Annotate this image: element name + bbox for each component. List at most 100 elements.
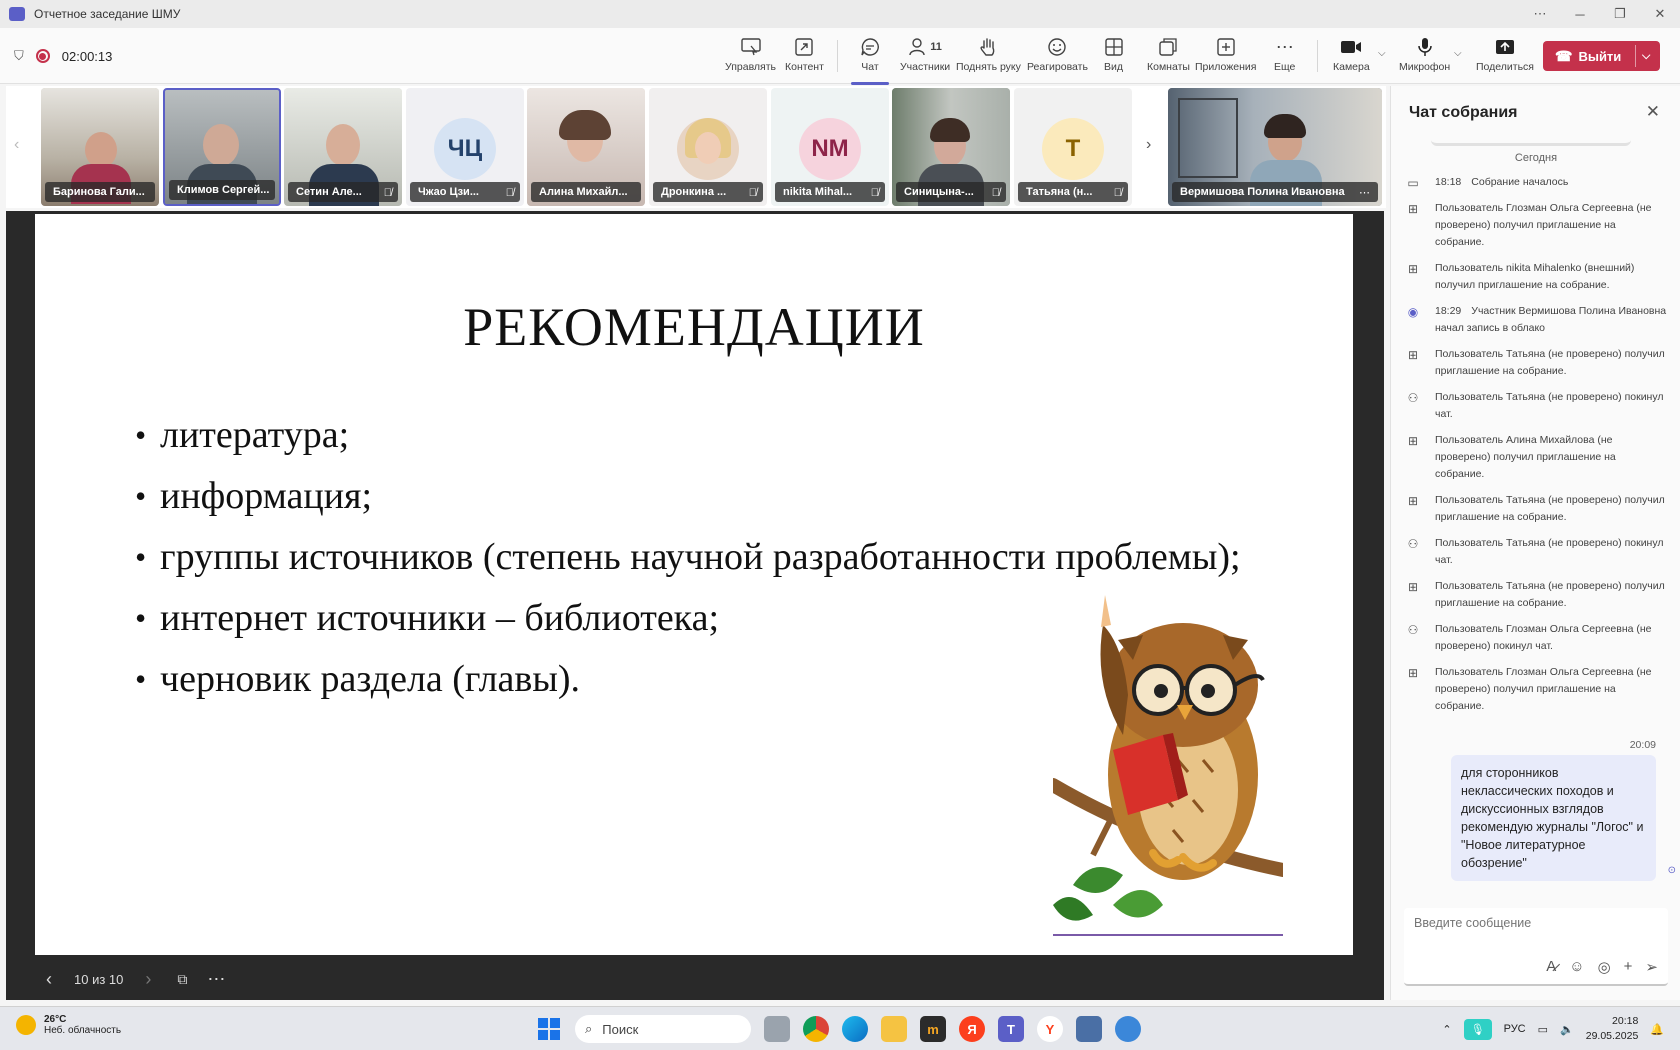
file-explorer-icon[interactable] <box>881 1016 907 1042</box>
participant-tile[interactable]: ЧЦ Чжао Цзи... 🎙̸ <box>406 88 524 206</box>
participant-name: Чжао Цзи... <box>410 182 520 202</box>
more-label: Еще <box>1274 61 1296 73</box>
next-slide-chevron-icon[interactable]: › <box>145 969 151 990</box>
participant-initials: NM <box>799 118 861 180</box>
mic-off-icon: 🎙̸ <box>1113 187 1122 199</box>
people-icon: 11 <box>908 36 942 58</box>
presentation-slide: РЕКОМЕНДАЦИИ литература; информация; гру… <box>35 214 1353 955</box>
maximize-button[interactable]: ❐ <box>1600 0 1640 28</box>
send-icon[interactable]: ➢ <box>1645 958 1658 976</box>
strip-prev-chevron-icon[interactable]: ‹ <box>14 136 19 154</box>
participant-tile-featured[interactable]: Вермишова Полина Ивановна ⋯ <box>1168 88 1382 206</box>
task-view-icon[interactable] <box>764 1016 790 1042</box>
owl-illustration <box>1053 595 1283 936</box>
manage-button[interactable]: Управлять <box>725 36 776 80</box>
person-left-icon: ⚇ <box>1407 622 1419 637</box>
chat-event: ⊞ Пользователь Алина Михайлова (не провер… <box>1405 432 1667 483</box>
slide-counter: 10 из 10 <box>74 971 124 987</box>
remote-desktop-icon[interactable] <box>1076 1016 1102 1042</box>
microphone-icon <box>1417 36 1433 58</box>
system-clock[interactable]: 20:18 29.05.2025 <box>1586 1014 1639 1044</box>
mic-off-icon: 🎙̸ <box>991 187 1000 199</box>
loop-icon[interactable]: ◎ <box>1598 958 1611 976</box>
raise-hand-button[interactable]: Поднять руку <box>956 36 1021 80</box>
minimize-button[interactable]: ─ <box>1560 0 1600 28</box>
participant-tile[interactable]: Климов Сергей... <box>163 88 281 206</box>
leave-button[interactable]: ☎ Выйти ⌵ <box>1543 41 1660 71</box>
attach-plus-icon[interactable]: + <box>1624 958 1633 976</box>
raise-hand-label: Поднять руку <box>956 61 1021 73</box>
prev-slide-chevron-icon[interactable]: ‹ <box>46 969 52 990</box>
close-window-button[interactable]: ✕ <box>1640 0 1680 28</box>
invite-icon: ⊞ <box>1407 433 1419 448</box>
strip-next-chevron-icon[interactable]: › <box>1146 136 1151 154</box>
weather-widget[interactable]: 26°C Неб. облачность <box>16 1014 121 1036</box>
chat-event: ⊞ Пользователь Глозман Ольга Сергеевна (н… <box>1405 200 1667 251</box>
notifications-icon[interactable]: 🔔 <box>1650 1023 1664 1036</box>
chat-event: ▭ 18:18 Собрание началось <box>1405 174 1667 191</box>
edge-icon[interactable] <box>842 1016 868 1042</box>
tray-chevron-up-icon[interactable]: ⌃ <box>1442 1023 1451 1036</box>
app-icon[interactable]: m <box>920 1016 946 1042</box>
mic-off-icon: 🎙̸ <box>505 187 514 199</box>
video-camera-icon <box>1340 36 1362 58</box>
participant-tile[interactable]: Баринова Гали... <box>41 88 159 206</box>
input-language[interactable]: РУС <box>1504 1023 1526 1035</box>
chat-event-list: ▭ 18:18 Собрание началось ⊞ Пользователь Гл… <box>1405 174 1667 724</box>
chat-event: ⚇ Пользователь Глозман Ольга Сергеевна (н… <box>1405 621 1667 655</box>
close-chat-icon[interactable]: ✕ <box>1646 102 1660 122</box>
react-button[interactable]: Реагировать <box>1027 36 1088 80</box>
participants-label: Участники <box>900 61 951 73</box>
participant-name: Татьяна (н... <box>1018 182 1128 202</box>
yandex-browser-icon[interactable]: Y <box>1037 1016 1063 1042</box>
more-button[interactable]: ⋯ Еще <box>1274 36 1295 80</box>
yandex-icon[interactable]: Я <box>959 1016 985 1042</box>
content-label: Контент <box>785 61 824 73</box>
apps-button[interactable]: Приложения <box>1195 36 1256 80</box>
system-tray: ⌃ 🎙 РУС ▭ 🔈 20:18 29.05.2025 🔔 <box>1442 1013 1664 1045</box>
participant-tile[interactable]: Т Татьяна (н... 🎙̸ <box>1014 88 1132 206</box>
participant-tile[interactable]: Синицына-... 🎙̸ <box>892 88 1010 206</box>
participant-tile[interactable]: Алина Михайл... <box>527 88 645 206</box>
camera-options-chevron-icon[interactable]: ⌵ <box>1378 48 1386 59</box>
format-icon[interactable]: A̷ <box>1546 958 1556 976</box>
content-button[interactable]: Контент <box>785 36 824 80</box>
slide-grid-icon[interactable]: ⧉ <box>177 971 187 988</box>
microphone-button[interactable]: Микрофон <box>1399 36 1450 80</box>
participant-name: Баринова Гали... <box>45 182 155 202</box>
participant-more-icon[interactable]: ⋯ <box>1359 186 1370 199</box>
share-button[interactable]: Поделиться <box>1476 36 1534 80</box>
leave-options-chevron-icon[interactable]: ⌵ <box>1642 50 1650 63</box>
participant-tile[interactable]: Дронкина ... 🎙̸ <box>649 88 767 206</box>
camera-button[interactable]: Камера <box>1333 36 1370 80</box>
network-icon[interactable]: ▭ <box>1538 1023 1548 1036</box>
rooms-button[interactable]: Комнаты <box>1147 36 1190 80</box>
share-label: Поделиться <box>1476 61 1534 73</box>
taskbar-search[interactable]: ⌕ Поиск <box>575 1015 751 1043</box>
message-input[interactable] <box>1414 916 1654 930</box>
chat-label: Чат <box>861 61 879 73</box>
chat-button[interactable]: Чат <box>860 36 880 80</box>
onedrive-icon[interactable] <box>1115 1016 1141 1042</box>
add-app-icon <box>1217 36 1235 58</box>
teams-icon[interactable]: T <box>998 1016 1024 1042</box>
mic-off-icon: 🎙̸ <box>748 187 757 199</box>
volume-icon[interactable]: 🔈 <box>1560 1023 1574 1036</box>
tray-mic-icon[interactable]: 🎙 <box>1463 1018 1492 1040</box>
chat-message[interactable]: для сторонников неклассических походов и… <box>1451 755 1656 881</box>
participant-tile[interactable]: NM nikita Mihal... 🎙̸ <box>771 88 889 206</box>
participant-tile[interactable]: Сетин Але... 🎙̸ <box>284 88 402 206</box>
more-options-icon[interactable]: ⋯ <box>1520 0 1560 28</box>
emoji-icon[interactable]: ☺ <box>1569 958 1584 976</box>
react-label: Реагировать <box>1027 61 1088 73</box>
microphone-options-chevron-icon[interactable]: ⌵ <box>1454 48 1462 59</box>
chat-event: ⚇ Пользователь Татьяна (не проверено) пок… <box>1405 535 1667 569</box>
slide-more-options-icon[interactable]: ⋯ <box>207 969 225 990</box>
meeting-toolbar: ⛉ 02:00:13 Управлять Контент Чат 11 Учас… <box>0 28 1680 84</box>
view-button[interactable]: Вид <box>1104 36 1123 80</box>
windows-start-icon[interactable] <box>536 1016 562 1042</box>
chrome-icon[interactable] <box>803 1016 829 1042</box>
participants-button[interactable]: 11 Участники <box>900 36 950 80</box>
chat-icon <box>860 36 880 58</box>
shield-icon: ⛉ <box>14 48 24 63</box>
